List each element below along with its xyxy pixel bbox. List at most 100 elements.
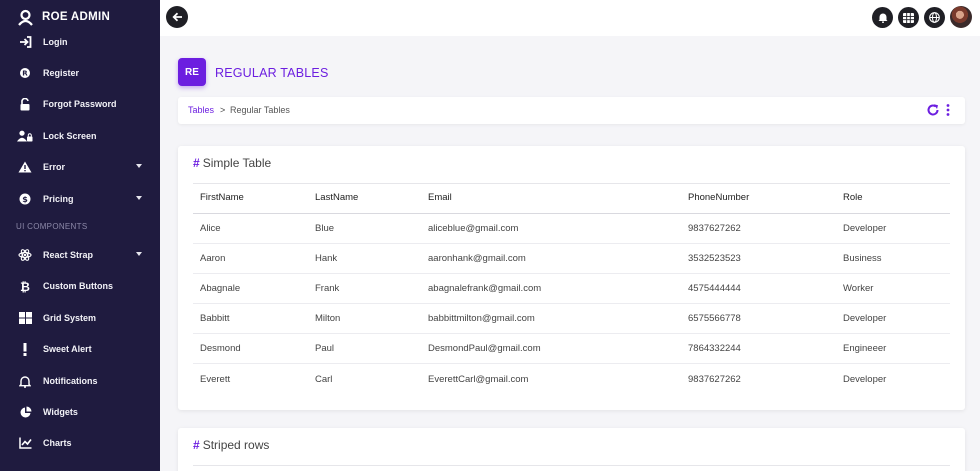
sidebar-item-lock-screen[interactable]: Lock Screen bbox=[0, 123, 160, 149]
sidebar-item-label: Register bbox=[43, 68, 80, 78]
avatar[interactable] bbox=[950, 6, 972, 28]
table-cell: Developer bbox=[836, 303, 950, 335]
table-cell: Developer bbox=[836, 213, 950, 244]
svg-text:$: $ bbox=[22, 195, 28, 204]
sidebar: ROE ADMIN Login R Register Forgot Passwo… bbox=[0, 0, 160, 471]
sidebar-item-error[interactable]: Error bbox=[0, 154, 160, 180]
svg-text:₿: ₿ bbox=[20, 280, 30, 293]
table-row: Abagnale Frank abagnalefrank@gmail.com 4… bbox=[193, 273, 950, 305]
bitcoin-icon: ₿ bbox=[17, 278, 33, 294]
login-icon bbox=[17, 34, 33, 50]
brand-title: ROE ADMIN bbox=[42, 11, 111, 23]
pie-chart-icon bbox=[17, 404, 33, 420]
page-title: REGULAR TABLES bbox=[215, 66, 329, 80]
chevron-down-icon bbox=[136, 252, 142, 256]
chevron-down-icon bbox=[136, 164, 142, 168]
sidebar-item-label: Forgot Password bbox=[43, 99, 117, 109]
column-header: FirstName bbox=[193, 183, 308, 214]
table-cell: Business bbox=[836, 243, 950, 274]
table-cell: Everett bbox=[200, 373, 231, 385]
table-cell: 9837627262 bbox=[681, 213, 836, 244]
divider bbox=[193, 465, 950, 466]
breadcrumb-link-tables[interactable]: Tables bbox=[188, 105, 214, 115]
column-header: LastName bbox=[308, 183, 421, 214]
sidebar-item-login[interactable]: Login bbox=[0, 29, 160, 55]
card-title-text: Striped rows bbox=[202, 438, 270, 452]
table-cell: Blue bbox=[308, 213, 421, 244]
svg-text:R: R bbox=[22, 70, 28, 78]
table-cell: Abagnale bbox=[193, 273, 308, 305]
sidebar-item-react-strap[interactable]: React Strap bbox=[0, 242, 160, 268]
back-button[interactable] bbox=[166, 6, 188, 28]
chevron-down-icon bbox=[136, 196, 142, 200]
globe-icon bbox=[929, 12, 940, 23]
table-cell: EverettCarl@gmail.com bbox=[428, 373, 529, 385]
table-cell: Developer bbox=[843, 373, 887, 385]
apps-button[interactable] bbox=[898, 7, 919, 28]
table-cell: Engineeer bbox=[836, 333, 950, 365]
hash-icon: # bbox=[193, 438, 200, 452]
warning-icon bbox=[17, 159, 33, 175]
sidebar-item-custom-buttons[interactable]: ₿ Custom Buttons bbox=[0, 273, 160, 299]
table-cell: 4575444444 bbox=[681, 273, 836, 305]
refresh-icon[interactable] bbox=[926, 103, 940, 117]
table-cell: babbittmilton@gmail.com bbox=[421, 303, 681, 335]
sidebar-item-widgets[interactable]: Widgets bbox=[0, 399, 160, 425]
bell-icon bbox=[878, 12, 888, 23]
sidebar-item-label: Lock Screen bbox=[43, 131, 97, 141]
table-cell: 9837627262 bbox=[688, 373, 741, 385]
sidebar-item-label: React Strap bbox=[43, 250, 94, 260]
table-cell: Alice bbox=[193, 213, 308, 244]
sidebar-item-label: Sweet Alert bbox=[43, 344, 92, 354]
sidebar-item-grid-system[interactable]: Grid System bbox=[0, 305, 160, 331]
more-vertical-icon[interactable] bbox=[944, 103, 952, 117]
language-button[interactable] bbox=[924, 7, 945, 28]
sidebar-item-label: Notifications bbox=[43, 376, 98, 386]
apps-grid-icon bbox=[903, 12, 914, 23]
sidebar-item-label: Charts bbox=[43, 438, 72, 448]
line-chart-icon bbox=[17, 435, 33, 451]
card-title-text: Simple Table bbox=[202, 156, 272, 170]
sidebar-item-sweet-alert[interactable]: Sweet Alert bbox=[0, 336, 160, 362]
lock-open-icon bbox=[17, 96, 33, 112]
arrow-left-icon bbox=[171, 12, 183, 22]
table-cell: Babbitt bbox=[193, 303, 308, 335]
table-row: Aaron Hank aaronhank@gmail.com 353252352… bbox=[193, 243, 950, 274]
hash-icon: # bbox=[193, 156, 200, 170]
sidebar-item-label: Login bbox=[43, 37, 68, 47]
section-label-ui-components: UI COMPONENTS bbox=[16, 222, 88, 231]
sidebar-item-label: Pricing bbox=[43, 194, 74, 204]
grid-icon bbox=[17, 310, 33, 326]
table-cell: Aaron bbox=[193, 243, 308, 274]
table-cell: Frank bbox=[308, 273, 421, 305]
sidebar-item-pricing[interactable]: $ Pricing bbox=[0, 186, 160, 212]
table-row: Babbitt Milton babbittmilton@gmail.com 6… bbox=[193, 303, 950, 335]
exclamation-icon bbox=[17, 341, 33, 357]
card-title: # Simple Table bbox=[193, 156, 271, 170]
table-cell: Hank bbox=[308, 243, 421, 274]
breadcrumb-current: Regular Tables bbox=[230, 105, 290, 115]
dollar-icon: $ bbox=[17, 191, 33, 207]
table-cell: aaronhank@gmail.com bbox=[421, 243, 681, 274]
user-avatar-icon bbox=[16, 8, 34, 26]
table-header-row: FirstName LastName Email PhoneNumber Rol… bbox=[193, 183, 950, 214]
table-cell: Worker bbox=[836, 273, 950, 305]
table-cell: 3532523523 bbox=[681, 243, 836, 274]
table-row: Alice Blue aliceblue@gmail.com 983762726… bbox=[193, 213, 950, 244]
sidebar-item-register[interactable]: R Register bbox=[0, 60, 160, 86]
sidebar-item-label: Error bbox=[43, 162, 66, 172]
notifications-button[interactable] bbox=[872, 7, 893, 28]
sidebar-item-forgot-password[interactable]: Forgot Password bbox=[0, 91, 160, 117]
simple-table-card: # Simple Table FirstName LastName Email P… bbox=[178, 146, 965, 410]
table-cell: Carl bbox=[315, 373, 333, 385]
column-header: Email bbox=[421, 183, 681, 214]
column-header: PhoneNumber bbox=[681, 183, 836, 214]
sidebar-item-charts[interactable]: Charts bbox=[0, 430, 160, 456]
sidebar-item-label: Widgets bbox=[43, 407, 78, 417]
breadcrumb-separator: > bbox=[220, 105, 226, 115]
sidebar-item-notifications[interactable]: Notifications bbox=[0, 368, 160, 394]
table-cell: 7864332244 bbox=[681, 333, 836, 365]
table-cell: abagnalefrank@gmail.com bbox=[421, 273, 681, 305]
striped-rows-card: # Striped rows bbox=[178, 428, 965, 471]
topbar bbox=[160, 0, 980, 36]
